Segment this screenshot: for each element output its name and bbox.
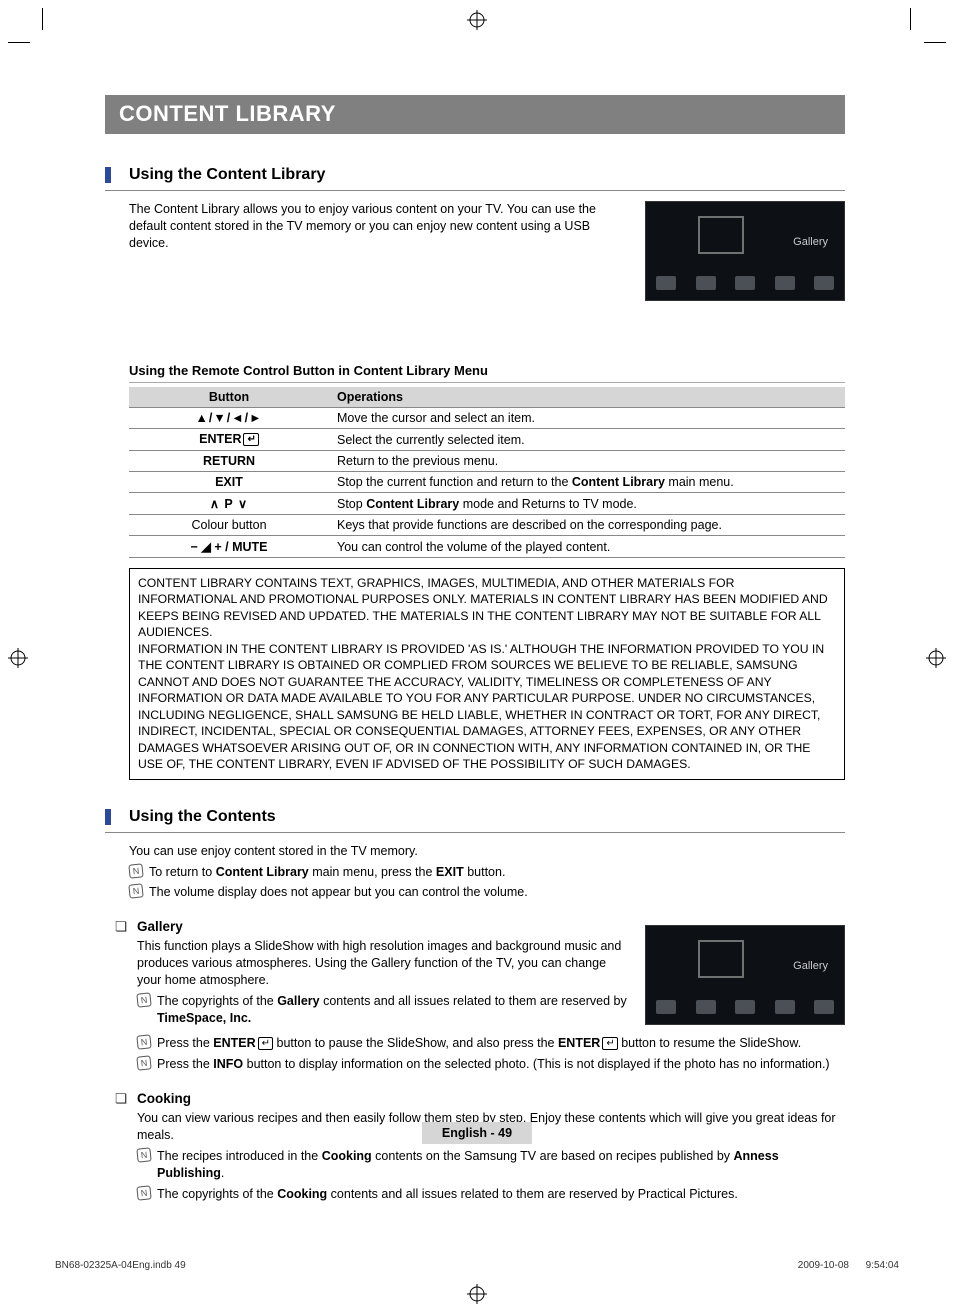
note-icon: N — [136, 1055, 151, 1070]
table-row: ENTER↵Select the currently selected item… — [129, 429, 845, 451]
footer-timestamp: 2009-10-08 9:54:04 — [798, 1260, 899, 1271]
registration-mark-icon — [8, 648, 28, 668]
table-row: ▲/▼/◄/►Move the cursor and select an ite… — [129, 408, 845, 429]
crop-mark — [924, 42, 946, 43]
note-item: NThe recipes introduced in the Cooking c… — [137, 1148, 845, 1182]
note-icon: N — [136, 1035, 151, 1050]
table-row: Colour buttonKeys that provide functions… — [129, 515, 845, 536]
page-content: CONTENT LIBRARY Using the Content Librar… — [105, 95, 845, 1202]
table-header-row: Button Operations — [129, 387, 845, 408]
note-icon: N — [136, 992, 151, 1007]
tv-screenshot-thumbnail: Gallery — [645, 201, 845, 301]
crop-mark — [42, 8, 43, 30]
note-icon: N — [128, 884, 143, 899]
subsection-gallery: Gallery — [115, 919, 845, 934]
page-number: English - 49 — [422, 1122, 532, 1144]
note-item: NPress the ENTER↵ button to pause the Sl… — [137, 1035, 845, 1052]
remote-buttons-table: Button Operations ▲/▼/◄/►Move the cursor… — [129, 387, 845, 558]
subsection-cooking: Cooking — [115, 1091, 845, 1106]
table-row: ∧ P ∨Stop Content Library mode and Retur… — [129, 493, 845, 515]
table-header-operations: Operations — [329, 387, 845, 408]
registration-mark-icon — [926, 648, 946, 668]
subsection-heading-remote: Using the Remote Control Button in Conte… — [129, 363, 845, 383]
table-header-button: Button — [129, 387, 329, 408]
note-icon: N — [136, 1147, 151, 1162]
section-intro-text: The Content Library allows you to enjoy … — [129, 201, 629, 252]
note-item: NPress the INFO button to display inform… — [137, 1056, 845, 1073]
registration-mark-icon — [467, 1284, 487, 1304]
note-icon: N — [136, 1185, 151, 1200]
note-item: NTo return to Content Library main menu,… — [129, 864, 845, 881]
section-intro-text: You can use enjoy content stored in the … — [129, 843, 845, 860]
gallery-body: This function plays a SlideShow with hig… — [137, 938, 647, 989]
registration-mark-icon — [467, 10, 487, 30]
crop-mark — [910, 8, 911, 30]
table-row: RETURNReturn to the previous menu. — [129, 451, 845, 472]
chapter-title: CONTENT LIBRARY — [105, 95, 845, 134]
tv-screenshot-thumbnail: Gallery — [645, 925, 845, 1025]
note-icon: N — [128, 863, 143, 878]
section-heading-using-content-library: Using the Content Library — [105, 166, 845, 191]
note-item: NThe copyrights of the Gallery contents … — [137, 993, 637, 1027]
table-row: − ◢ + / MUTEYou can control the volume o… — [129, 536, 845, 558]
disclaimer-box: CONTENT LIBRARY CONTAINS TEXT, GRAPHICS,… — [129, 568, 845, 780]
section-heading-using-contents: Using the Contents — [105, 808, 845, 833]
crop-mark — [8, 42, 30, 43]
note-item: NThe volume display does not appear but … — [129, 884, 845, 901]
footer-filename: BN68-02325A-04Eng.indb 49 — [55, 1260, 186, 1271]
note-item: NThe copyrights of the Cooking contents … — [137, 1186, 845, 1203]
table-row: EXITStop the current function and return… — [129, 472, 845, 493]
